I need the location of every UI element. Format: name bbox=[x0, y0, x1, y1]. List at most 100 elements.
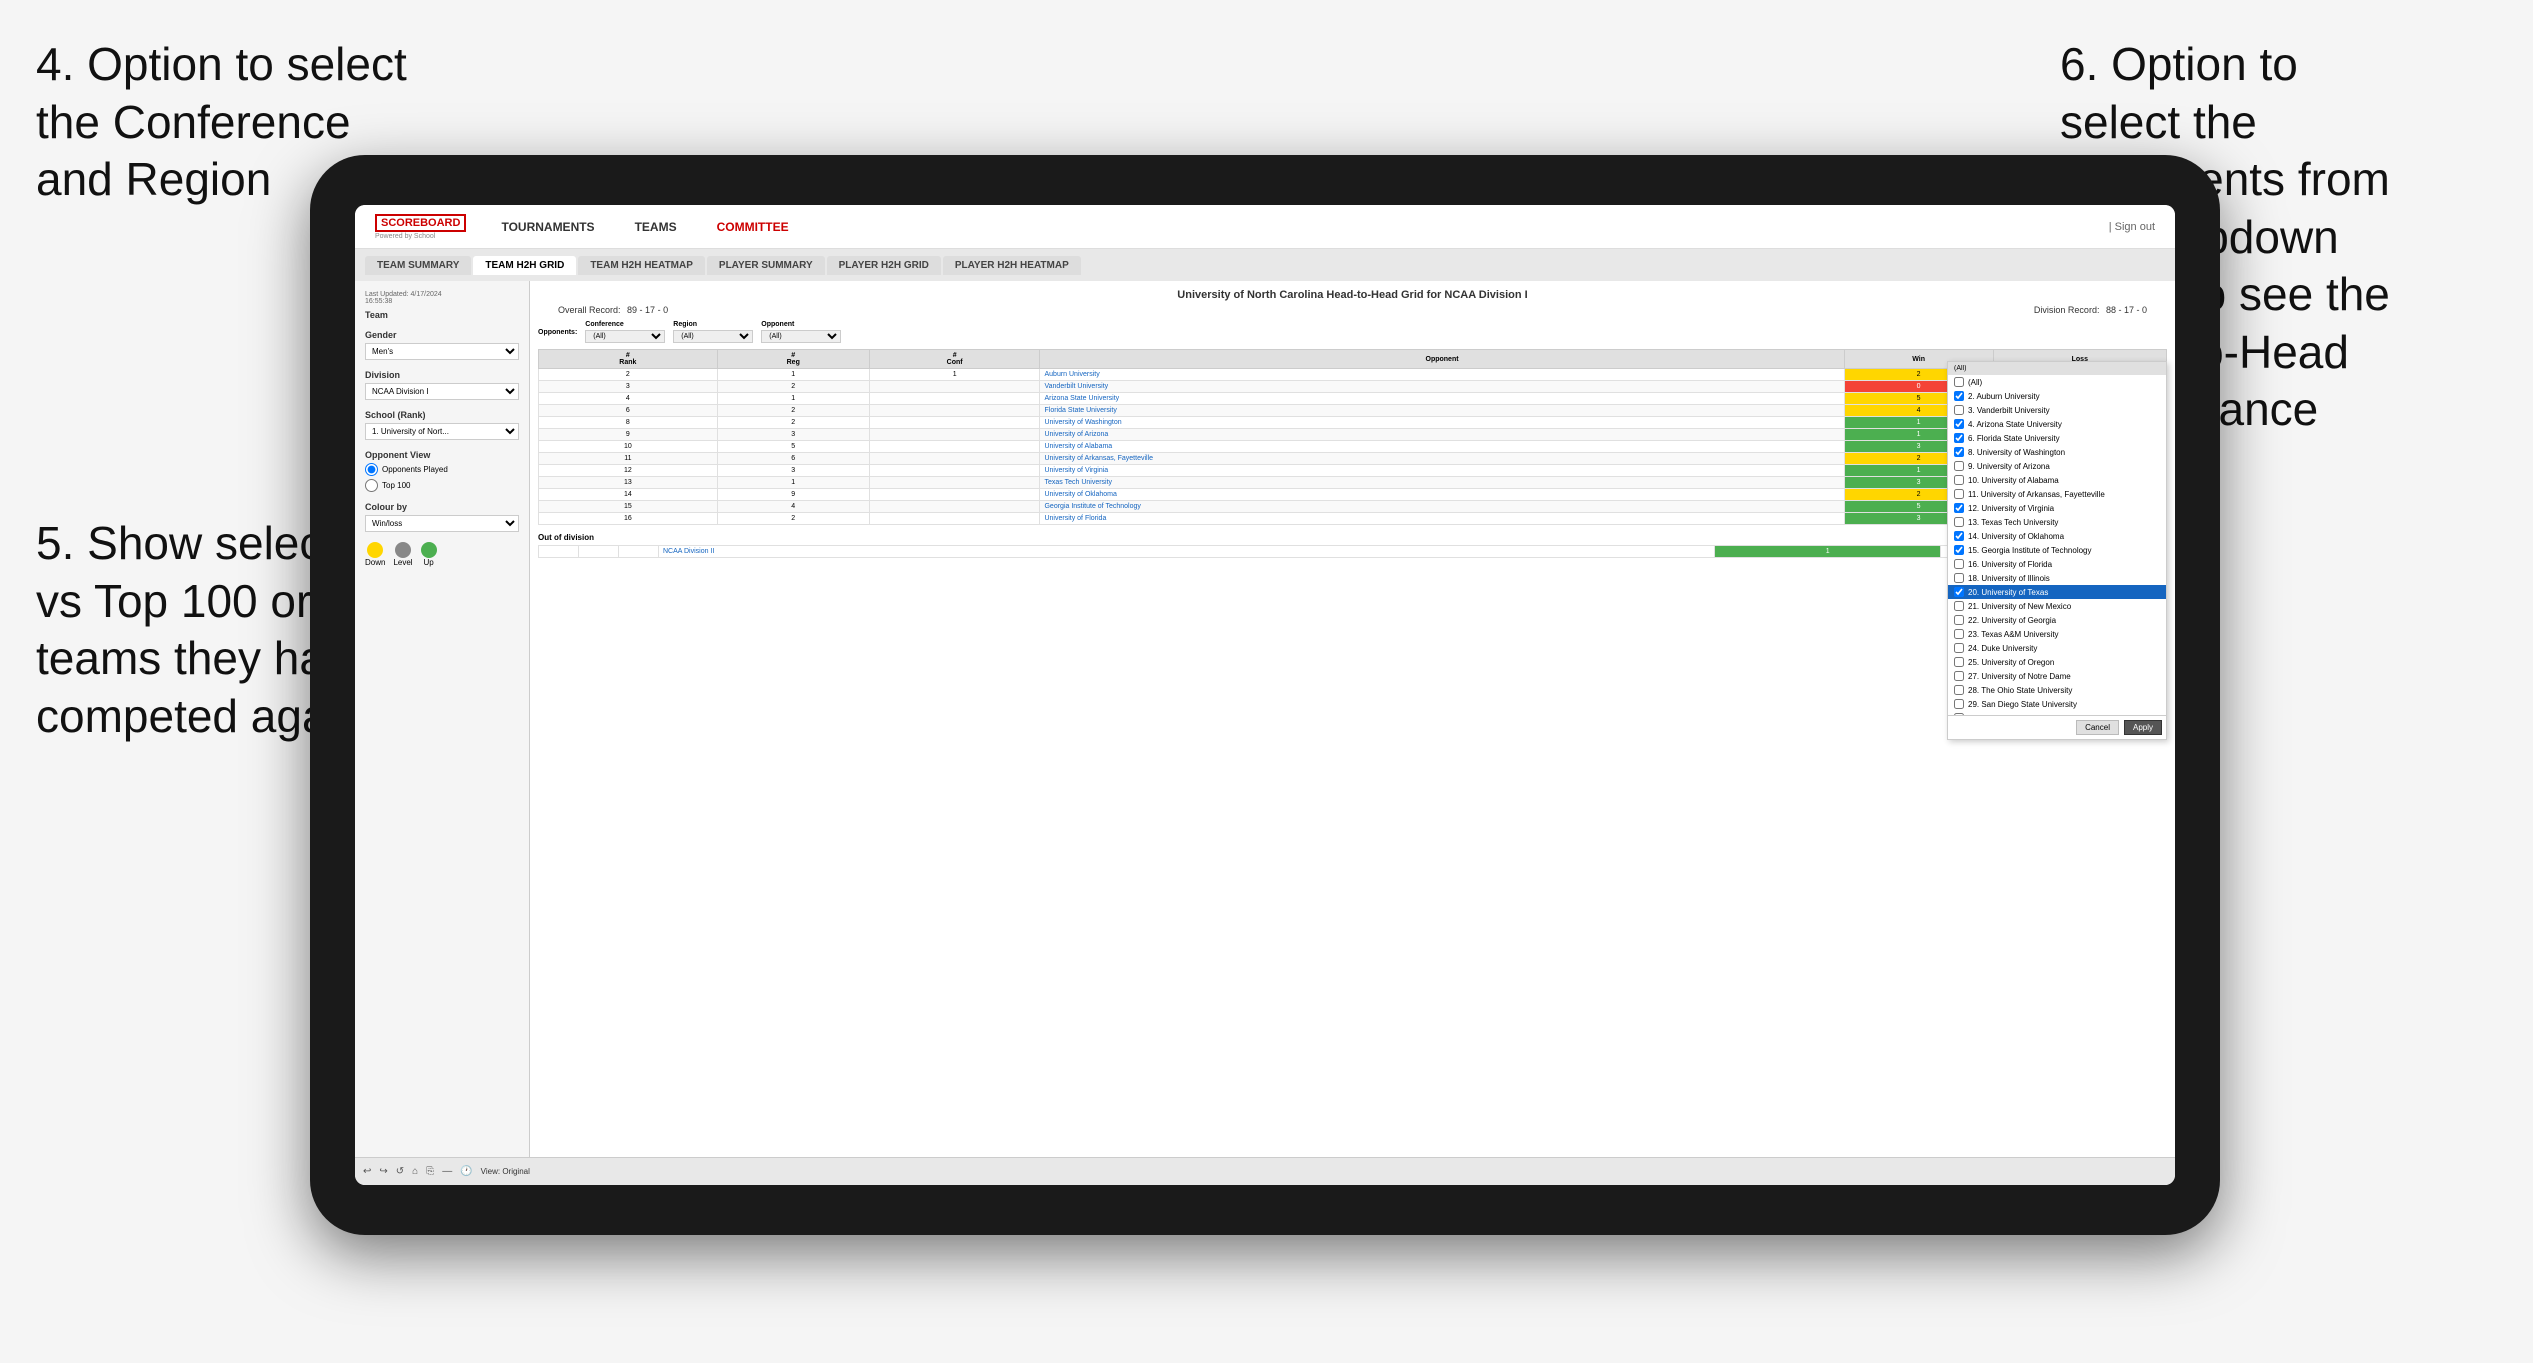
cell-conf bbox=[869, 393, 1040, 405]
cell-rank: 8 bbox=[539, 417, 718, 429]
conference-select[interactable]: (All) bbox=[585, 330, 665, 343]
dropdown-item[interactable]: 15. Georgia Institute of Technology bbox=[1948, 543, 2166, 557]
opponent-select[interactable]: (All) bbox=[761, 330, 841, 343]
refresh-icon[interactable]: ↺ bbox=[396, 1166, 404, 1177]
nav-committee[interactable]: COMMITTEE bbox=[712, 220, 794, 234]
table-body: 2 1 1 Auburn University 2 1 3 2 Vanderbi… bbox=[539, 369, 2167, 525]
dropdown-item[interactable]: 21. University of New Mexico bbox=[1948, 599, 2166, 613]
dropdown-item[interactable]: 8. University of Washington bbox=[1948, 445, 2166, 459]
cell-conf bbox=[869, 453, 1040, 465]
division-record: 88 - 17 - 0 bbox=[2106, 305, 2147, 315]
colour-by-select[interactable]: Win/loss bbox=[365, 515, 519, 532]
dropdown-item[interactable]: 28. The Ohio State University bbox=[1948, 683, 2166, 697]
table-area: University of North Carolina Head-to-Hea… bbox=[530, 281, 2175, 1157]
color-legend: Down Level Up bbox=[365, 542, 519, 567]
school-select[interactable]: 1. University of Nort... bbox=[365, 423, 519, 440]
col-reg: #Reg bbox=[717, 350, 869, 369]
table-row: 16 2 University of Florida 3 1 bbox=[539, 513, 2167, 525]
table-row: 12 3 University of Virginia 1 0 bbox=[539, 465, 2167, 477]
cell-opponent: University of Arizona bbox=[1040, 429, 1844, 441]
undo-icon[interactable]: ↩ bbox=[363, 1166, 371, 1177]
tab-h2h-heatmap[interactable]: TEAM H2H HEATMAP bbox=[578, 256, 705, 275]
cell-conf bbox=[869, 429, 1040, 441]
dropdown-item[interactable]: 29. San Diego State University bbox=[1948, 697, 2166, 711]
col-conf: #Conf bbox=[869, 350, 1040, 369]
legend-up-dot bbox=[421, 542, 437, 558]
view-label: View: Original bbox=[481, 1167, 530, 1176]
dropdown-item[interactable]: 16. University of Florida bbox=[1948, 557, 2166, 571]
opponent-view-section: Opponent View Opponents Played Top 100 bbox=[365, 450, 519, 492]
tab-player-h2h-grid[interactable]: PLAYER H2H GRID bbox=[827, 256, 941, 275]
dropdown-item[interactable]: 10. University of Alabama bbox=[1948, 473, 2166, 487]
dropdown-item[interactable]: 3. Vanderbilt University bbox=[1948, 403, 2166, 417]
dropdown-item[interactable]: 12. University of Virginia bbox=[1948, 501, 2166, 515]
cell-opponent: University of Arkansas, Fayetteville bbox=[1040, 453, 1844, 465]
cancel-button[interactable]: Cancel bbox=[2076, 720, 2119, 735]
cell-conf bbox=[869, 501, 1040, 513]
nav-teams[interactable]: TEAMS bbox=[630, 220, 682, 234]
gender-section: Gender Men's bbox=[365, 330, 519, 360]
clock-icon[interactable]: 🕐 bbox=[460, 1166, 472, 1177]
dropdown-item[interactable]: 18. University of Illinois bbox=[1948, 571, 2166, 585]
dropdown-item[interactable]: 25. University of Oregon bbox=[1948, 655, 2166, 669]
tab-player-h2h-heatmap[interactable]: PLAYER H2H HEATMAP bbox=[943, 256, 1081, 275]
opponent-dropdown[interactable]: (All) (All) 2. Auburn University 3. Vand… bbox=[1947, 361, 2167, 740]
cell-conf bbox=[869, 489, 1040, 501]
tab-team-summary[interactable]: TEAM SUMMARY bbox=[365, 256, 471, 275]
cell-opponent: University of Oklahoma bbox=[1040, 489, 1844, 501]
region-select[interactable]: (All) bbox=[673, 330, 753, 343]
team-label: Team bbox=[365, 310, 519, 320]
nav-signout[interactable]: | Sign out bbox=[2109, 221, 2155, 233]
tab-h2h-grid[interactable]: TEAM H2H GRID bbox=[473, 256, 576, 275]
redo-icon[interactable]: ↪ bbox=[379, 1166, 387, 1177]
cell-conf bbox=[869, 417, 1040, 429]
cell-rank: 10 bbox=[539, 441, 718, 453]
radio-top100[interactable]: Top 100 bbox=[365, 479, 519, 492]
cell-rank: 12 bbox=[539, 465, 718, 477]
data-table: #Rank #Reg #Conf Opponent Win Loss 2 1 1… bbox=[538, 349, 2167, 525]
school-section: School (Rank) 1. University of Nort... bbox=[365, 410, 519, 440]
cell-rank: 4 bbox=[539, 393, 718, 405]
dropdown-item[interactable]: 24. Duke University bbox=[1948, 641, 2166, 655]
dropdown-item[interactable]: 9. University of Arizona bbox=[1948, 459, 2166, 473]
dropdown-item[interactable]: 14. University of Oklahoma bbox=[1948, 529, 2166, 543]
opponent-filter-label: Opponent bbox=[761, 321, 841, 328]
cell-conf bbox=[869, 405, 1040, 417]
home-icon[interactable]: ⌂ bbox=[412, 1166, 418, 1177]
division-section: Division NCAA Division I bbox=[365, 370, 519, 400]
minus-icon[interactable]: — bbox=[442, 1166, 452, 1177]
cell-conf bbox=[869, 513, 1040, 525]
dropdown-item[interactable]: 27. University of Notre Dame bbox=[1948, 669, 2166, 683]
radio-opponents-played[interactable]: Opponents Played bbox=[365, 463, 519, 476]
tab-player-summary[interactable]: PLAYER SUMMARY bbox=[707, 256, 825, 275]
out-div-name: NCAA Division II bbox=[659, 546, 1715, 558]
dropdown-item[interactable]: 23. Texas A&M University bbox=[1948, 627, 2166, 641]
dropdown-item[interactable]: 22. University of Georgia bbox=[1948, 613, 2166, 627]
dropdown-item[interactable]: 4. Arizona State University bbox=[1948, 417, 2166, 431]
dropdown-list[interactable]: (All) 2. Auburn University 3. Vanderbilt… bbox=[1948, 375, 2166, 715]
dropdown-item[interactable]: 20. University of Texas bbox=[1948, 585, 2166, 599]
table-row: 8 2 University of Washington 1 0 bbox=[539, 417, 2167, 429]
dropdown-item[interactable]: 6. Florida State University bbox=[1948, 431, 2166, 445]
school-label: School (Rank) bbox=[365, 410, 519, 420]
opponent-view-label: Opponent View bbox=[365, 450, 519, 460]
division-select[interactable]: NCAA Division I bbox=[365, 383, 519, 400]
apply-button[interactable]: Apply bbox=[2124, 720, 2162, 735]
dropdown-item[interactable]: (All) bbox=[1948, 375, 2166, 389]
gender-select[interactable]: Men's bbox=[365, 343, 519, 360]
dropdown-header: (All) bbox=[1948, 362, 2166, 375]
cell-reg: 3 bbox=[717, 429, 869, 441]
logo: SCOREBOARD Powered by School bbox=[375, 213, 466, 240]
cell-conf bbox=[869, 381, 1040, 393]
cell-rank: 15 bbox=[539, 501, 718, 513]
dropdown-item[interactable]: 13. Texas Tech University bbox=[1948, 515, 2166, 529]
cell-rank: 9 bbox=[539, 429, 718, 441]
dropdown-item[interactable]: 11. University of Arkansas, Fayetteville bbox=[1948, 487, 2166, 501]
dropdown-item[interactable]: 2. Auburn University bbox=[1948, 389, 2166, 403]
cell-rank: 6 bbox=[539, 405, 718, 417]
cell-opponent: University of Florida bbox=[1040, 513, 1844, 525]
nav-tournaments[interactable]: TOURNAMENTS bbox=[496, 220, 599, 234]
cell-reg: 1 bbox=[717, 477, 869, 489]
copy-icon[interactable]: ⎘ bbox=[426, 1166, 434, 1177]
table-row: 9 3 University of Arizona 1 0 bbox=[539, 429, 2167, 441]
